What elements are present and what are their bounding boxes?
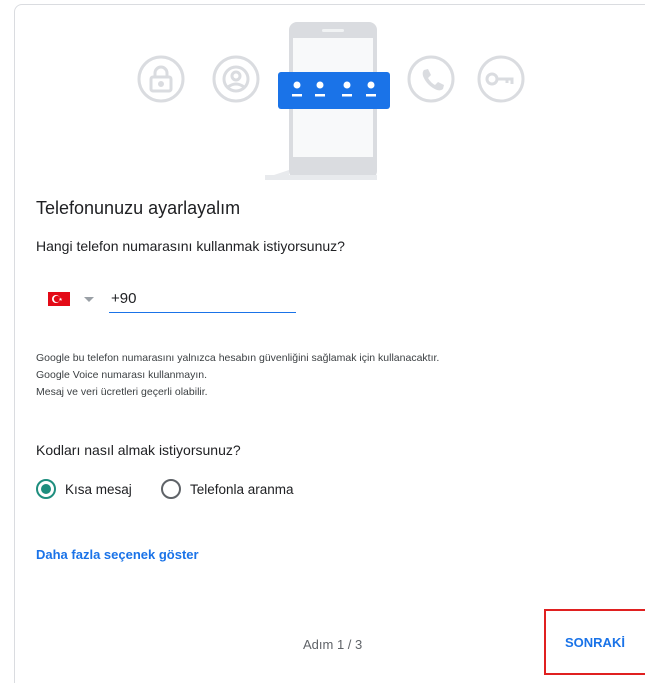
call-radio-option[interactable]: Telefonla aranma bbox=[161, 478, 294, 500]
next-button[interactable]: SONRAKİ bbox=[544, 609, 645, 675]
note-line: Google Voice numarası kullanmayın. bbox=[36, 369, 208, 381]
next-button-label: SONRAKİ bbox=[565, 634, 625, 650]
page-title: Telefonunuzu ayarlayalım bbox=[36, 198, 241, 218]
phone-input-row bbox=[36, 288, 298, 314]
key-icon bbox=[477, 55, 525, 103]
password-dots-icon bbox=[278, 72, 390, 109]
phone-question: Hangi telefon numarasını kullanmak istiy… bbox=[36, 238, 345, 254]
call-radio-button[interactable] bbox=[161, 479, 181, 499]
country-dropdown-chevron-icon[interactable] bbox=[82, 294, 96, 304]
sms-radio-button[interactable] bbox=[36, 479, 56, 499]
call-radio-label: Telefonla aranma bbox=[190, 481, 294, 497]
show-more-options-link[interactable]: Daha fazla seçenek göster bbox=[36, 547, 199, 562]
note-line: Google bu telefon numarasını yalnızca he… bbox=[36, 352, 440, 364]
turkey-flag-icon[interactable] bbox=[48, 292, 70, 306]
phone-number-input[interactable] bbox=[109, 288, 296, 313]
note-line: Mesaj ve veri ücretleri geçerli olabilir… bbox=[36, 386, 208, 398]
phone-call-icon bbox=[407, 55, 455, 103]
phone-usage-notes: Google bu telefon numarasını yalnızca he… bbox=[36, 350, 439, 401]
lock-icon bbox=[137, 55, 185, 103]
security-illustration bbox=[137, 22, 525, 180]
code-method-question: Kodları nasıl almak istiyorsunuz? bbox=[36, 442, 241, 458]
account-icon bbox=[212, 55, 260, 103]
step-indicator: Adım 1 / 3 bbox=[303, 637, 363, 652]
sms-radio-label: Kısa mesaj bbox=[65, 481, 132, 497]
sms-radio-option[interactable]: Kısa mesaj bbox=[36, 478, 132, 500]
